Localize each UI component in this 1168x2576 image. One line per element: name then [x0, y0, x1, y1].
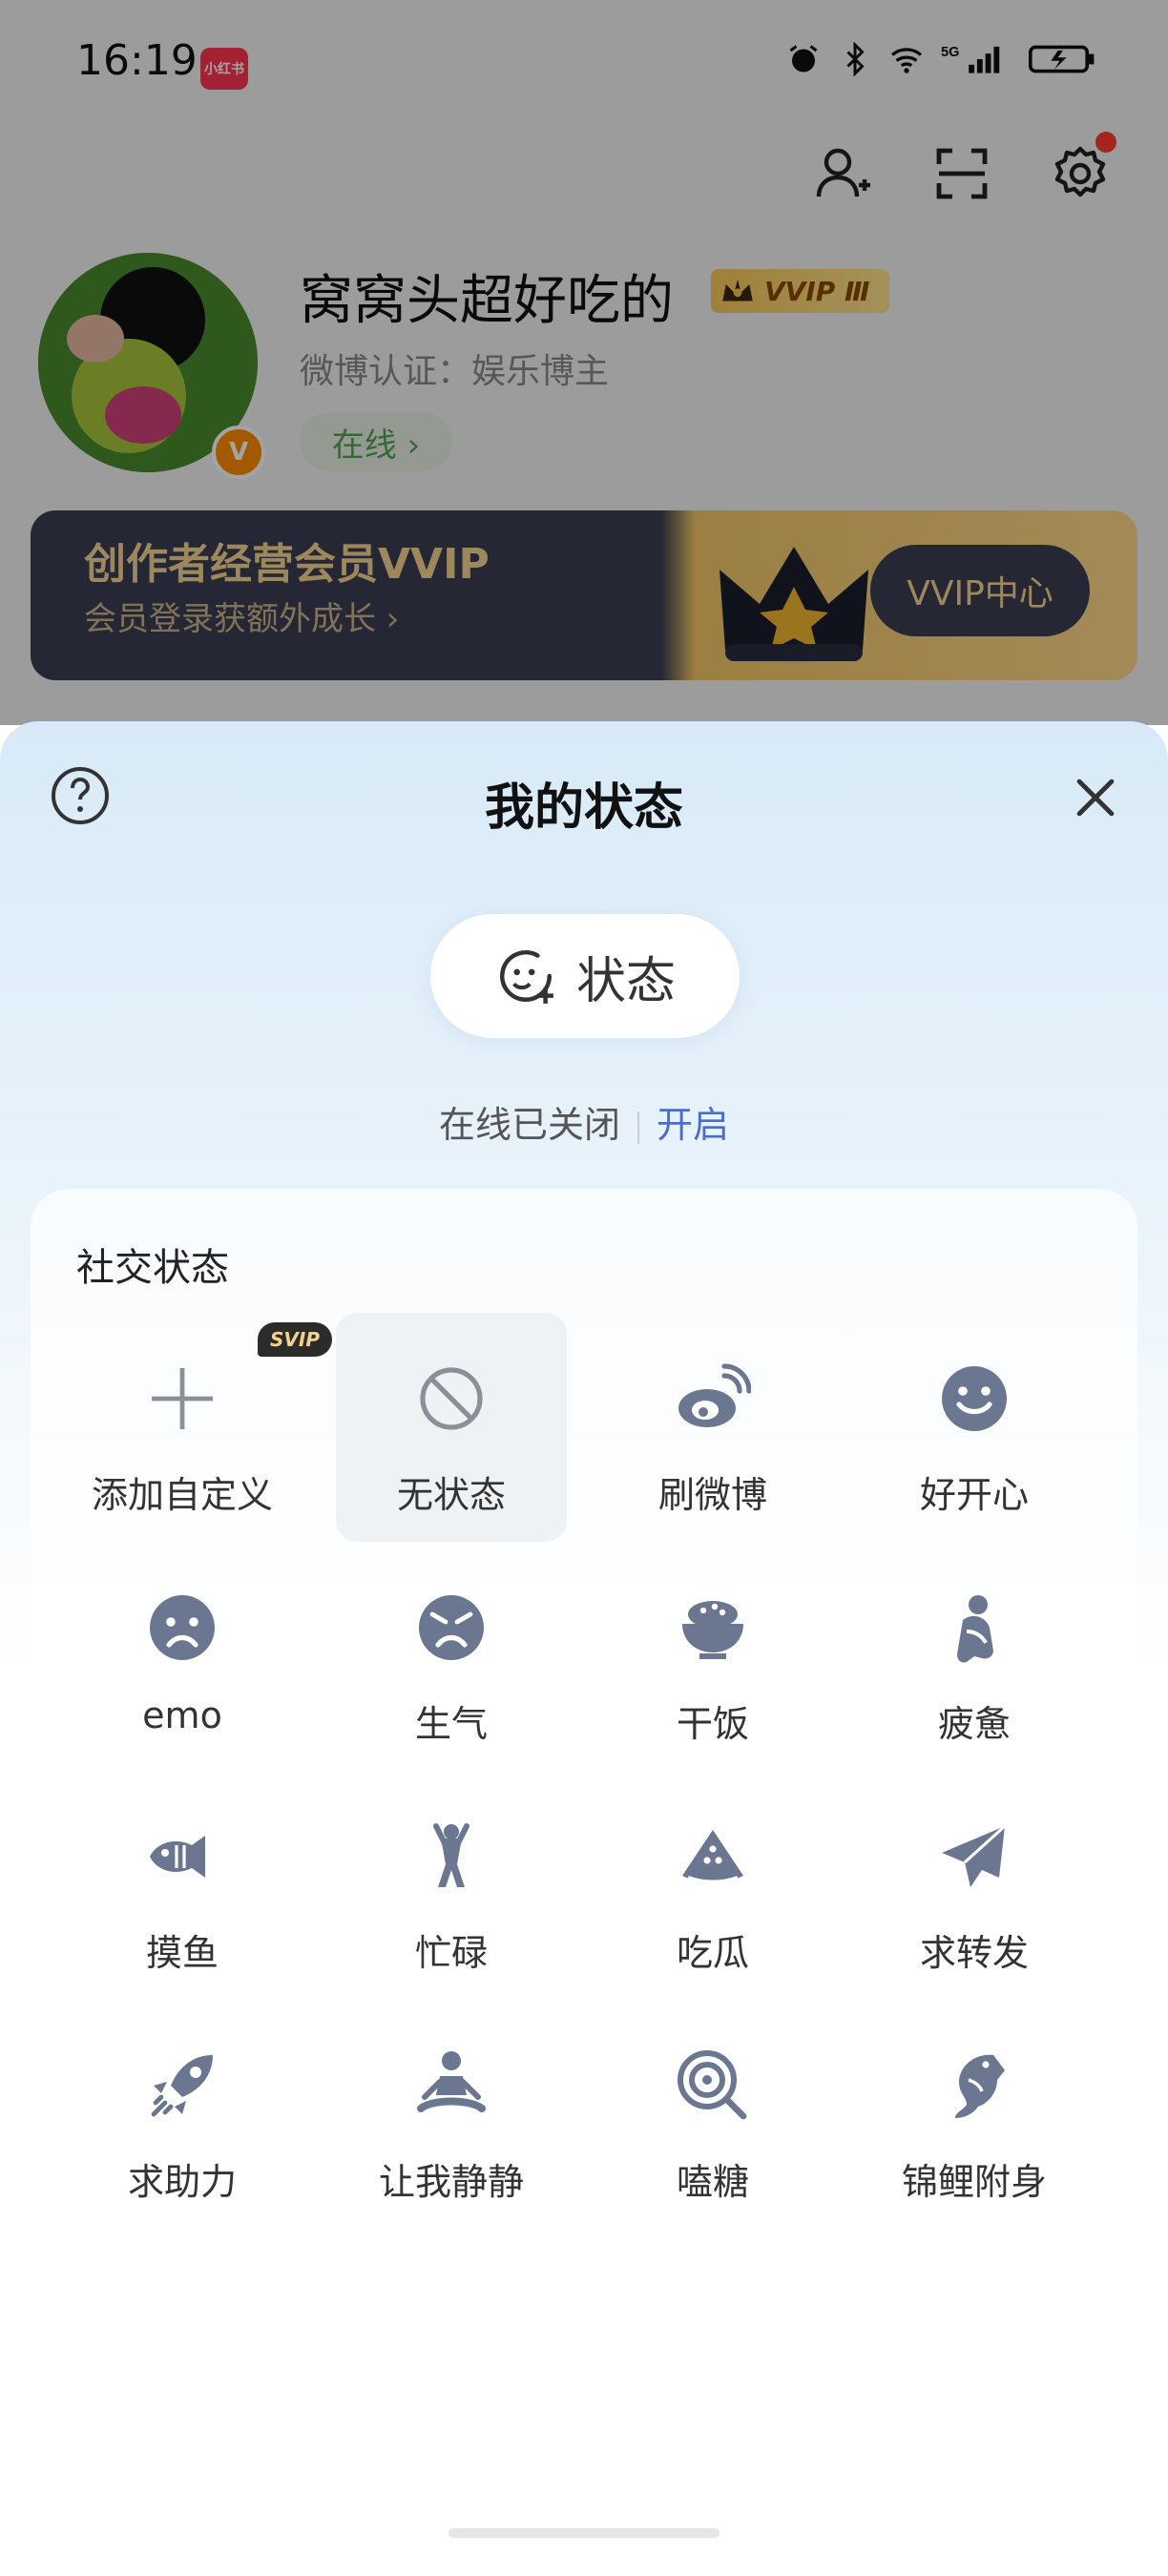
status-item-label: 嗑糖 — [676, 2161, 749, 2203]
status-item-none[interactable]: 无状态 — [336, 1313, 567, 1542]
status-item-happy[interactable]: 好开心 — [859, 1313, 1090, 1542]
fish-icon — [150, 1836, 205, 1878]
rocket-icon — [151, 2055, 213, 2117]
sheet-title: 我的状态 — [484, 779, 683, 837]
status-button-label: 状态 — [575, 952, 676, 1010]
status-item-label: 疲惫 — [937, 1703, 1011, 1745]
status-item-angry[interactable]: 生气 — [336, 1542, 567, 1771]
status-item-quiet[interactable]: 让我静静 — [336, 2000, 567, 2229]
status-item-watermelon[interactable]: 吃瓜 — [597, 1771, 828, 2000]
koi-icon — [955, 2054, 1005, 2118]
ban-icon — [420, 1367, 483, 1430]
paper-plane-icon — [942, 1824, 1007, 1887]
home-indicator[interactable] — [448, 2528, 720, 2538]
busy-icon — [433, 1823, 469, 1887]
status-item-label: 求助力 — [127, 2161, 237, 2203]
status-item-emo[interactable]: emo — [67, 1542, 298, 1771]
status-item-label: 忙碌 — [414, 1932, 488, 1974]
status-item-lucky[interactable]: 锦鲤附身 — [859, 2000, 1090, 2229]
status-item-label: 好开心 — [919, 1474, 1029, 1516]
weibo-icon — [678, 1363, 751, 1427]
status-item-label: 锦鲤附身 — [901, 2161, 1047, 2203]
angry-icon — [419, 1595, 484, 1660]
lollipop-icon — [678, 2050, 747, 2120]
modal-overlay[interactable] — [0, 0, 1168, 725]
status-item-slack[interactable]: 摸鱼 — [67, 1771, 298, 2000]
status-item-repost[interactable]: 求转发 — [859, 1771, 1090, 2000]
status-item-add-custom[interactable]: SVIP 添加自定义 — [67, 1313, 332, 1542]
status-item-label: 生气 — [414, 1703, 488, 1745]
status-item-label: 吃瓜 — [676, 1932, 749, 1974]
status-item-tired[interactable]: 疲惫 — [859, 1542, 1090, 1771]
status-item-label: 摸鱼 — [145, 1932, 219, 1974]
status-item-label: emo — [142, 1694, 222, 1736]
status-item-label: 添加自定义 — [91, 1474, 273, 1516]
happy-icon — [942, 1366, 1007, 1431]
watermelon-icon — [682, 1830, 743, 1884]
online-toggle-line: 在线已关闭 开启 — [0, 1095, 1168, 1148]
tired-icon — [957, 1595, 993, 1663]
status-item-candy[interactable]: 嗑糖 — [597, 2000, 828, 2229]
rice-bowl-icon — [682, 1601, 743, 1659]
sad-icon — [150, 1595, 215, 1660]
online-closed-text: 在线已关闭 — [438, 1104, 620, 1146]
add-emoji-icon — [499, 949, 553, 1004]
status-item-label: 刷微博 — [657, 1474, 767, 1516]
status-item-weibo[interactable]: 刷微博 — [597, 1313, 828, 1542]
plus-icon — [152, 1368, 213, 1429]
section-title: 社交状态 — [76, 1246, 229, 1290]
status-item-label: 求转发 — [919, 1932, 1029, 1974]
open-online-link[interactable]: 开启 — [657, 1104, 729, 1146]
status-item-busy[interactable]: 忙碌 — [336, 1771, 567, 2000]
svip-badge: SVIP — [258, 1322, 332, 1357]
meditate-icon — [417, 2051, 486, 2112]
close-icon[interactable] — [1067, 769, 1124, 826]
status-item-label: 干饭 — [676, 1703, 749, 1745]
social-status-card: 社交状态 SVIP 添加自定义 无状态 刷微博 好开心 emo 生气 干饭 疲惫… — [31, 1189, 1137, 2334]
set-status-button[interactable]: 状态 — [430, 914, 740, 1038]
status-item-label: 无状态 — [396, 1474, 506, 1516]
status-item-label: 让我静静 — [378, 2161, 524, 2203]
status-item-eat[interactable]: 干饭 — [597, 1542, 828, 1771]
divider — [637, 1111, 639, 1144]
status-sheet: 我的状态 状态 在线已关闭 开启 社交状态 SVIP 添加自定义 无状态 刷微博 … — [0, 721, 1168, 2576]
status-item-boost[interactable]: 求助力 — [67, 2000, 298, 2229]
